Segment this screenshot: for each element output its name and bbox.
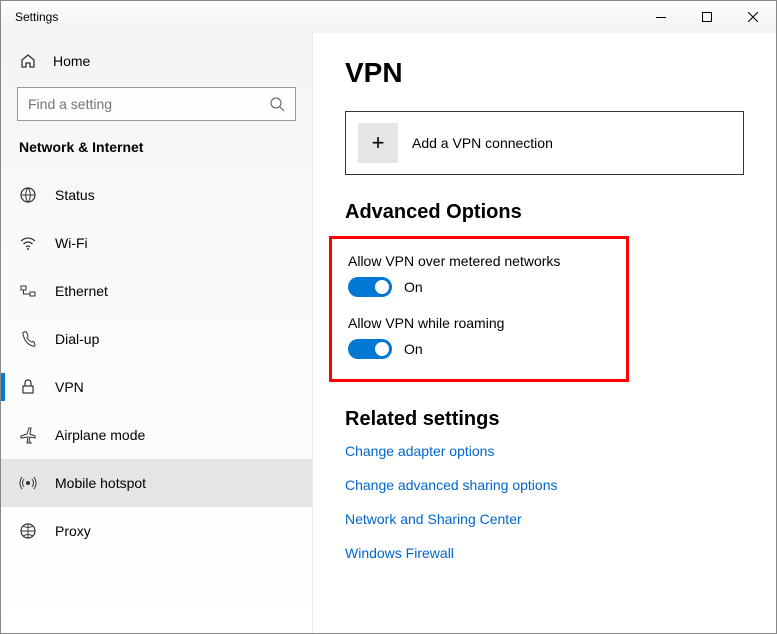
sidebar-item-status[interactable]: Status bbox=[1, 171, 312, 219]
search-icon bbox=[269, 96, 285, 112]
sidebar-item-label: Ethernet bbox=[55, 283, 108, 299]
roaming-toggle[interactable] bbox=[348, 339, 392, 359]
ethernet-icon bbox=[19, 282, 37, 300]
category-header: Network & Internet bbox=[1, 139, 312, 171]
sidebar: Home Network & Internet Status Wi-Fi E bbox=[1, 33, 313, 633]
link-network-center[interactable]: Network and Sharing Center bbox=[345, 511, 744, 527]
highlight-box: Allow VPN over metered networks On Allow… bbox=[329, 236, 629, 382]
advanced-options-header: Advanced Options bbox=[345, 201, 744, 224]
sidebar-item-label: VPN bbox=[55, 379, 84, 395]
sidebar-item-airplane[interactable]: Airplane mode bbox=[1, 411, 312, 459]
sidebar-item-proxy[interactable]: Proxy bbox=[1, 507, 312, 555]
window-title: Settings bbox=[15, 10, 58, 24]
minimize-icon bbox=[656, 17, 666, 18]
proxy-icon bbox=[19, 522, 37, 540]
metered-toggle[interactable] bbox=[348, 277, 392, 297]
maximize-button[interactable] bbox=[684, 1, 730, 33]
titlebar: Settings bbox=[1, 1, 776, 33]
search-box[interactable] bbox=[17, 87, 296, 121]
roaming-toggle-row: Allow VPN while roaming On bbox=[348, 315, 610, 359]
link-windows-firewall[interactable]: Windows Firewall bbox=[345, 545, 744, 561]
home-nav[interactable]: Home bbox=[1, 41, 312, 81]
sidebar-item-hotspot[interactable]: Mobile hotspot bbox=[1, 459, 312, 507]
sidebar-item-label: Wi-Fi bbox=[55, 235, 88, 251]
sidebar-item-label: Airplane mode bbox=[55, 427, 145, 443]
metered-toggle-label: Allow VPN over metered networks bbox=[348, 253, 610, 269]
content-pane: VPN + Add a VPN connection Advanced Opti… bbox=[313, 33, 776, 633]
page-title: VPN bbox=[345, 57, 744, 89]
add-vpn-label: Add a VPN connection bbox=[412, 135, 553, 151]
home-label: Home bbox=[53, 53, 90, 69]
hotspot-icon bbox=[19, 474, 37, 492]
dialup-icon bbox=[19, 330, 37, 348]
sidebar-item-label: Mobile hotspot bbox=[55, 475, 146, 491]
sidebar-item-label: Dial-up bbox=[55, 331, 99, 347]
roaming-toggle-label: Allow VPN while roaming bbox=[348, 315, 610, 331]
search-input[interactable] bbox=[28, 96, 269, 112]
close-icon bbox=[748, 12, 758, 22]
sidebar-item-ethernet[interactable]: Ethernet bbox=[1, 267, 312, 315]
sidebar-item-label: Proxy bbox=[55, 523, 91, 539]
related-settings-header: Related settings bbox=[345, 408, 744, 431]
sidebar-item-wifi[interactable]: Wi-Fi bbox=[1, 219, 312, 267]
airplane-icon bbox=[19, 426, 37, 444]
link-sharing-options[interactable]: Change advanced sharing options bbox=[345, 477, 744, 493]
close-button[interactable] bbox=[730, 1, 776, 33]
metered-toggle-row: Allow VPN over metered networks On bbox=[348, 253, 610, 297]
related-links: Change adapter options Change advanced s… bbox=[345, 443, 744, 561]
plus-icon: + bbox=[358, 123, 398, 163]
wifi-icon bbox=[19, 234, 37, 252]
status-icon bbox=[19, 186, 37, 204]
link-adapter-options[interactable]: Change adapter options bbox=[345, 443, 744, 459]
minimize-button[interactable] bbox=[638, 1, 684, 33]
home-icon bbox=[19, 53, 37, 69]
window-controls bbox=[638, 1, 776, 33]
roaming-toggle-state: On bbox=[404, 341, 423, 357]
sidebar-item-vpn[interactable]: VPN bbox=[1, 363, 312, 411]
maximize-icon bbox=[702, 12, 712, 22]
vpn-icon bbox=[19, 378, 37, 396]
add-vpn-button[interactable]: + Add a VPN connection bbox=[345, 111, 744, 175]
sidebar-item-dialup[interactable]: Dial-up bbox=[1, 315, 312, 363]
metered-toggle-state: On bbox=[404, 279, 423, 295]
sidebar-item-label: Status bbox=[55, 187, 95, 203]
